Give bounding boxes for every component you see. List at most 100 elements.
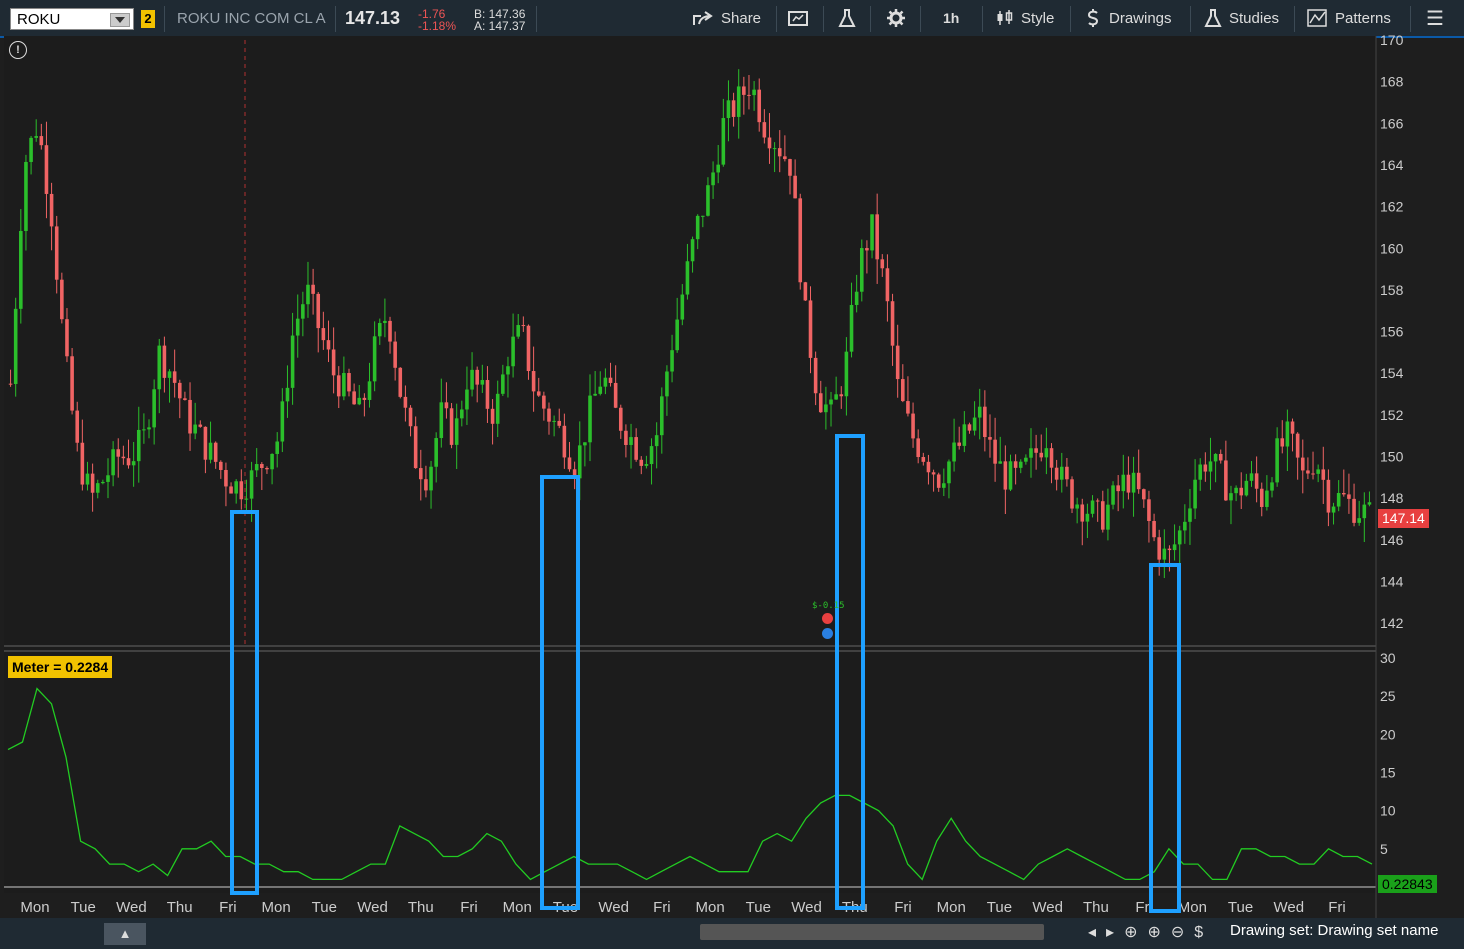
candle-body bbox=[301, 304, 305, 319]
alert-icon[interactable]: ! bbox=[9, 41, 27, 59]
candle-body bbox=[506, 366, 510, 375]
candle-body bbox=[803, 282, 808, 301]
candle-body bbox=[742, 86, 746, 95]
candle-body bbox=[798, 198, 803, 283]
candle-body bbox=[270, 453, 274, 470]
buy-marker-icon[interactable] bbox=[822, 628, 833, 639]
candle-body bbox=[1142, 489, 1146, 500]
candle-body bbox=[198, 424, 203, 427]
meter-tick-label: 10 bbox=[1380, 803, 1396, 819]
candle-body bbox=[942, 483, 946, 488]
candle-body bbox=[1331, 506, 1336, 513]
candle-body bbox=[870, 214, 874, 251]
candle-body bbox=[1362, 504, 1367, 519]
candle-body bbox=[567, 457, 572, 470]
zoom-in-icon[interactable]: ⊕ bbox=[1147, 924, 1170, 941]
zoom-controls[interactable]: ◂▸⊕⊕⊖$ bbox=[1088, 922, 1213, 942]
time-scrollbar[interactable] bbox=[700, 924, 1044, 940]
candle-body bbox=[931, 472, 936, 475]
candle-body bbox=[208, 442, 213, 460]
candle-body bbox=[1121, 474, 1126, 492]
candle-body bbox=[449, 408, 454, 445]
candle-body bbox=[829, 399, 833, 405]
candle-body bbox=[783, 156, 787, 160]
candle-body bbox=[480, 380, 485, 385]
candle-body bbox=[526, 325, 531, 372]
price-tick-label: 152 bbox=[1380, 407, 1404, 423]
candle-body bbox=[593, 393, 597, 396]
candle-body bbox=[90, 473, 95, 493]
candle-body bbox=[634, 437, 638, 460]
candle-body bbox=[8, 383, 13, 385]
candle-body bbox=[193, 424, 197, 434]
candle-body bbox=[460, 409, 464, 419]
meter-value-marker: 0.22843 bbox=[1378, 875, 1437, 893]
candle-body bbox=[285, 387, 290, 402]
candle-body bbox=[977, 406, 982, 418]
candle-body bbox=[388, 320, 392, 342]
candle-body bbox=[1285, 421, 1290, 447]
candle-body bbox=[731, 100, 736, 117]
time-tick-label: Mon bbox=[1178, 899, 1207, 916]
candle-body bbox=[649, 446, 654, 465]
crosshair-icon[interactable]: ⊕ bbox=[1124, 924, 1147, 941]
zoom-out-icon[interactable]: ⊖ bbox=[1171, 924, 1194, 941]
candle-body bbox=[1306, 470, 1310, 474]
candle-body bbox=[1162, 548, 1167, 560]
candle-body bbox=[24, 161, 28, 232]
candle-body bbox=[75, 410, 80, 443]
candle-body bbox=[890, 301, 895, 346]
collapse-button[interactable]: ▲ bbox=[104, 923, 146, 945]
dollar-icon[interactable]: $ bbox=[1194, 924, 1213, 941]
candle-body bbox=[1295, 433, 1300, 458]
candle-body bbox=[947, 461, 951, 484]
price-tick-label: 158 bbox=[1380, 282, 1404, 298]
candle-body bbox=[1244, 480, 1249, 496]
candle-body bbox=[1111, 485, 1115, 505]
candle-body bbox=[1367, 502, 1372, 505]
candle-body bbox=[613, 382, 618, 408]
candle-body bbox=[921, 457, 926, 462]
candle-body bbox=[444, 402, 449, 409]
candle-body bbox=[470, 369, 474, 390]
candle-body bbox=[1024, 457, 1028, 462]
candle-body bbox=[911, 413, 915, 439]
candle-body bbox=[1008, 461, 1013, 490]
candle-body bbox=[824, 404, 828, 413]
candle-body bbox=[1352, 498, 1356, 523]
candle-body bbox=[347, 373, 351, 392]
candle-body bbox=[275, 441, 280, 454]
candle-body bbox=[1157, 537, 1161, 560]
candle-body bbox=[767, 137, 772, 149]
candle-body bbox=[998, 461, 1003, 464]
candle-body bbox=[1080, 504, 1085, 522]
candle-body bbox=[239, 481, 244, 500]
candle-body bbox=[1336, 493, 1341, 507]
time-tick-label: Thu bbox=[408, 899, 434, 916]
candle-body bbox=[952, 442, 956, 462]
candle-body bbox=[1347, 494, 1351, 499]
candle-body bbox=[752, 89, 756, 96]
candle-body bbox=[1018, 461, 1023, 468]
candle-body bbox=[1177, 530, 1182, 545]
price-tick-label: 160 bbox=[1380, 240, 1404, 256]
grid bbox=[4, 36, 1377, 918]
time-tick-label: Tue bbox=[1228, 899, 1253, 916]
candle-body bbox=[690, 239, 695, 262]
meter-tick-label: 5 bbox=[1380, 841, 1388, 857]
candle-body bbox=[957, 442, 962, 446]
candle-body bbox=[859, 248, 864, 292]
candle-body bbox=[403, 396, 408, 408]
price-tick-label: 146 bbox=[1380, 532, 1404, 548]
candle-body bbox=[1167, 548, 1172, 551]
pan-icon[interactable]: ◂▸ bbox=[1088, 924, 1124, 941]
candle-body bbox=[13, 308, 18, 384]
candle-body bbox=[280, 401, 285, 442]
candle-body bbox=[136, 429, 141, 462]
candle-body bbox=[818, 393, 823, 413]
candle-body bbox=[588, 395, 592, 443]
candle-body bbox=[865, 248, 869, 251]
price-candles bbox=[8, 69, 1372, 579]
sell-marker-icon[interactable] bbox=[822, 613, 833, 624]
candle-body bbox=[521, 325, 526, 327]
